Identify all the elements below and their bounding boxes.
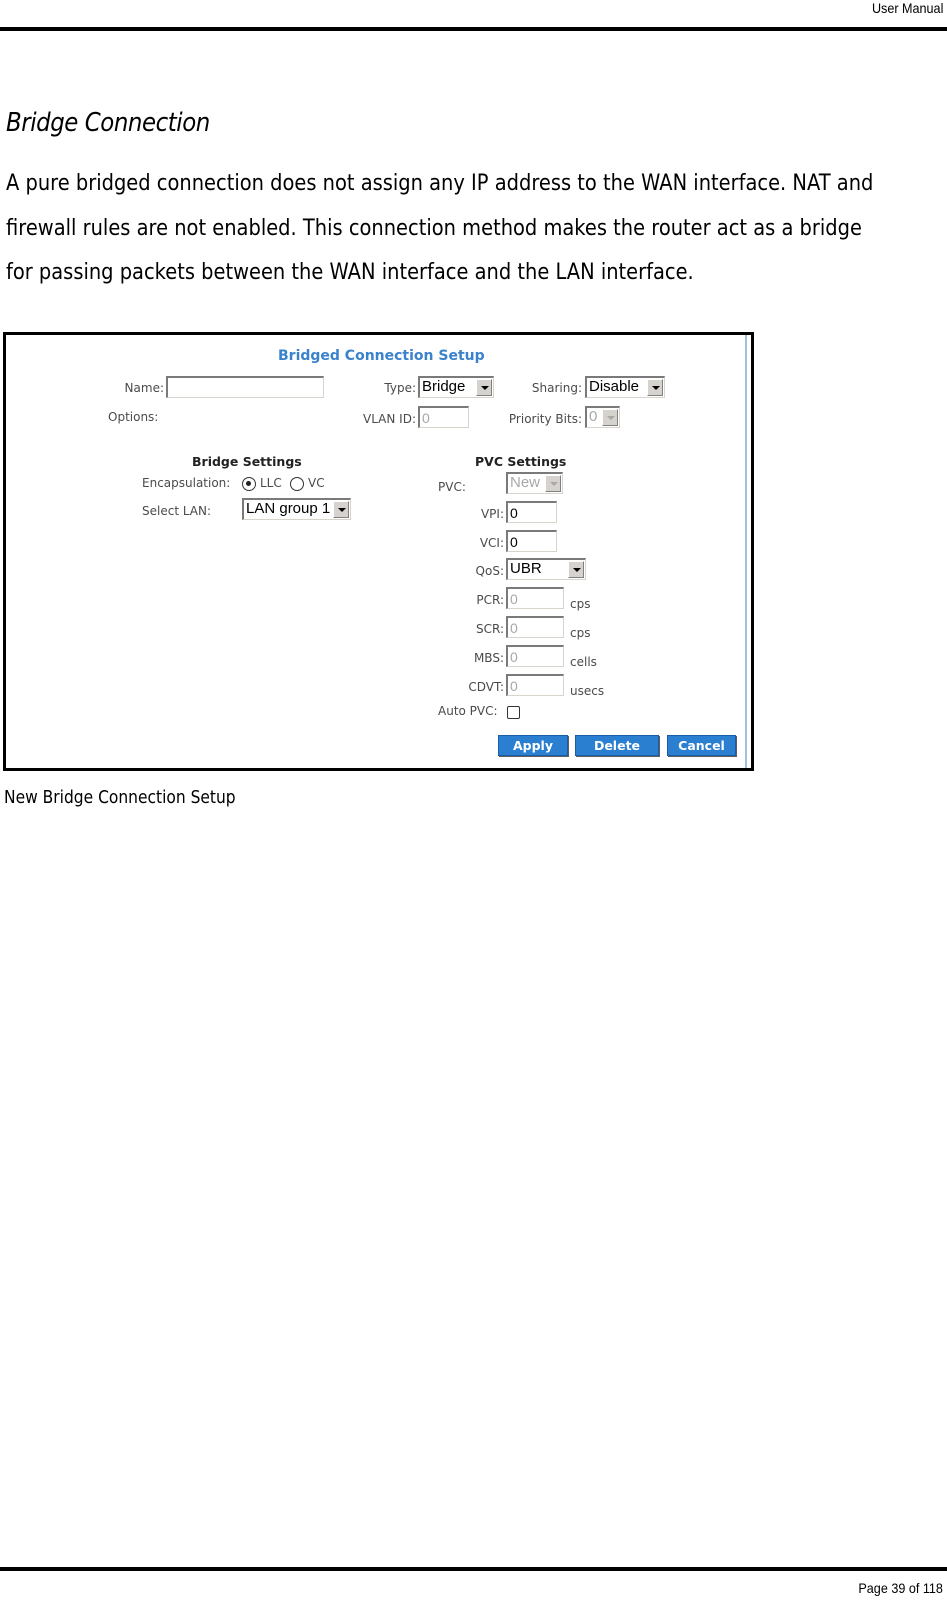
type-select-value: Bridge <box>422 378 466 395</box>
options-label: Options: <box>108 410 159 424</box>
auto-pvc-checkbox[interactable] <box>507 706 520 719</box>
delete-button[interactable]: Delete <box>575 735 659 756</box>
cancel-button[interactable]: Cancel <box>667 735 736 756</box>
priority-bits-label: Priority Bits: <box>508 412 582 426</box>
header-rule <box>0 27 947 31</box>
paragraph-line: A pure bridged connection does not assig… <box>6 171 874 196</box>
frame-edge <box>745 335 747 768</box>
vlan-id-label: VLAN ID: <box>363 412 416 426</box>
encapsulation-llc-label: LLC <box>260 476 282 490</box>
screenshot-figure: Bridged Connection Setup Name: Type: Bri… <box>3 332 754 771</box>
type-label: Type: <box>384 381 416 395</box>
chevron-down-icon <box>568 561 584 578</box>
select-lan-label: Select LAN: <box>142 504 212 518</box>
form-title: Bridged Connection Setup <box>278 348 485 364</box>
priority-bits-select[interactable]: 0 <box>585 406 620 428</box>
footer-rule <box>0 1567 947 1571</box>
scr-label: SCR: <box>475 622 504 636</box>
document-header-title: User Manual <box>871 0 943 16</box>
sharing-select-value: Disable <box>589 378 640 395</box>
encapsulation-vc-radio[interactable] <box>290 477 304 491</box>
pvc-select[interactable]: New <box>506 472 563 494</box>
pvc-settings-heading: PVC Settings <box>475 454 567 469</box>
mbs-input[interactable]: 0 <box>506 645 564 667</box>
paragraph-line: for passing packets between the WAN inte… <box>6 260 694 285</box>
bridged-connection-form: Bridged Connection Setup Name: Type: Bri… <box>6 335 751 768</box>
figure-caption: New Bridge Connection Setup <box>4 787 236 808</box>
qos-label: QoS: <box>475 564 504 578</box>
vpi-label: VPI: <box>480 507 504 521</box>
chevron-down-icon <box>333 501 349 518</box>
scr-input[interactable]: 0 <box>506 616 564 638</box>
name-input[interactable] <box>166 376 324 398</box>
chevron-down-icon <box>602 409 618 426</box>
body-paragraph: A pure bridged connection does not assig… <box>6 162 943 296</box>
pcr-unit: cps <box>570 597 591 611</box>
vlan-id-input[interactable]: 0 <box>418 406 469 428</box>
vci-input[interactable]: 0 <box>506 530 557 552</box>
cdvt-label: CDVT: <box>468 680 504 694</box>
sharing-label: Sharing: <box>531 381 582 395</box>
qos-select[interactable]: UBR <box>506 558 586 580</box>
pcr-input[interactable]: 0 <box>506 587 564 609</box>
select-lan-value: LAN group 1 <box>246 500 331 517</box>
encapsulation-vc-label: VC <box>308 476 325 490</box>
pvc-select-value: New <box>510 474 541 491</box>
cdvt-unit: usecs <box>570 684 605 698</box>
sharing-select[interactable]: Disable <box>585 376 665 398</box>
mbs-unit: cells <box>570 655 597 669</box>
page-number: Page 39 of 118 <box>858 1580 943 1596</box>
bridge-settings-heading: Bridge Settings <box>192 454 302 469</box>
chevron-down-icon <box>545 475 561 492</box>
pvc-label: PVC: <box>438 480 466 494</box>
pcr-label: PCR: <box>476 593 504 607</box>
apply-button[interactable]: Apply <box>498 735 568 756</box>
select-lan-select[interactable]: LAN group 1 <box>242 498 351 520</box>
scr-unit: cps <box>570 626 591 640</box>
priority-bits-value: 0 <box>589 408 598 425</box>
vci-label: VCI: <box>479 536 504 550</box>
name-label: Name: <box>124 381 164 395</box>
chevron-down-icon <box>647 379 663 396</box>
mbs-label: MBS: <box>473 651 504 665</box>
section-title: Bridge Connection <box>6 108 210 138</box>
paragraph-line: firewall rules are not enabled. This con… <box>6 215 862 241</box>
vpi-input[interactable]: 0 <box>506 501 557 523</box>
qos-select-value: UBR <box>510 560 542 577</box>
type-select[interactable]: Bridge <box>418 376 494 398</box>
encapsulation-label: Encapsulation: <box>142 476 231 490</box>
encapsulation-llc-radio[interactable] <box>242 477 256 491</box>
auto-pvc-label: Auto PVC: <box>438 704 498 718</box>
chevron-down-icon <box>476 379 492 396</box>
cdvt-input[interactable]: 0 <box>506 674 564 696</box>
